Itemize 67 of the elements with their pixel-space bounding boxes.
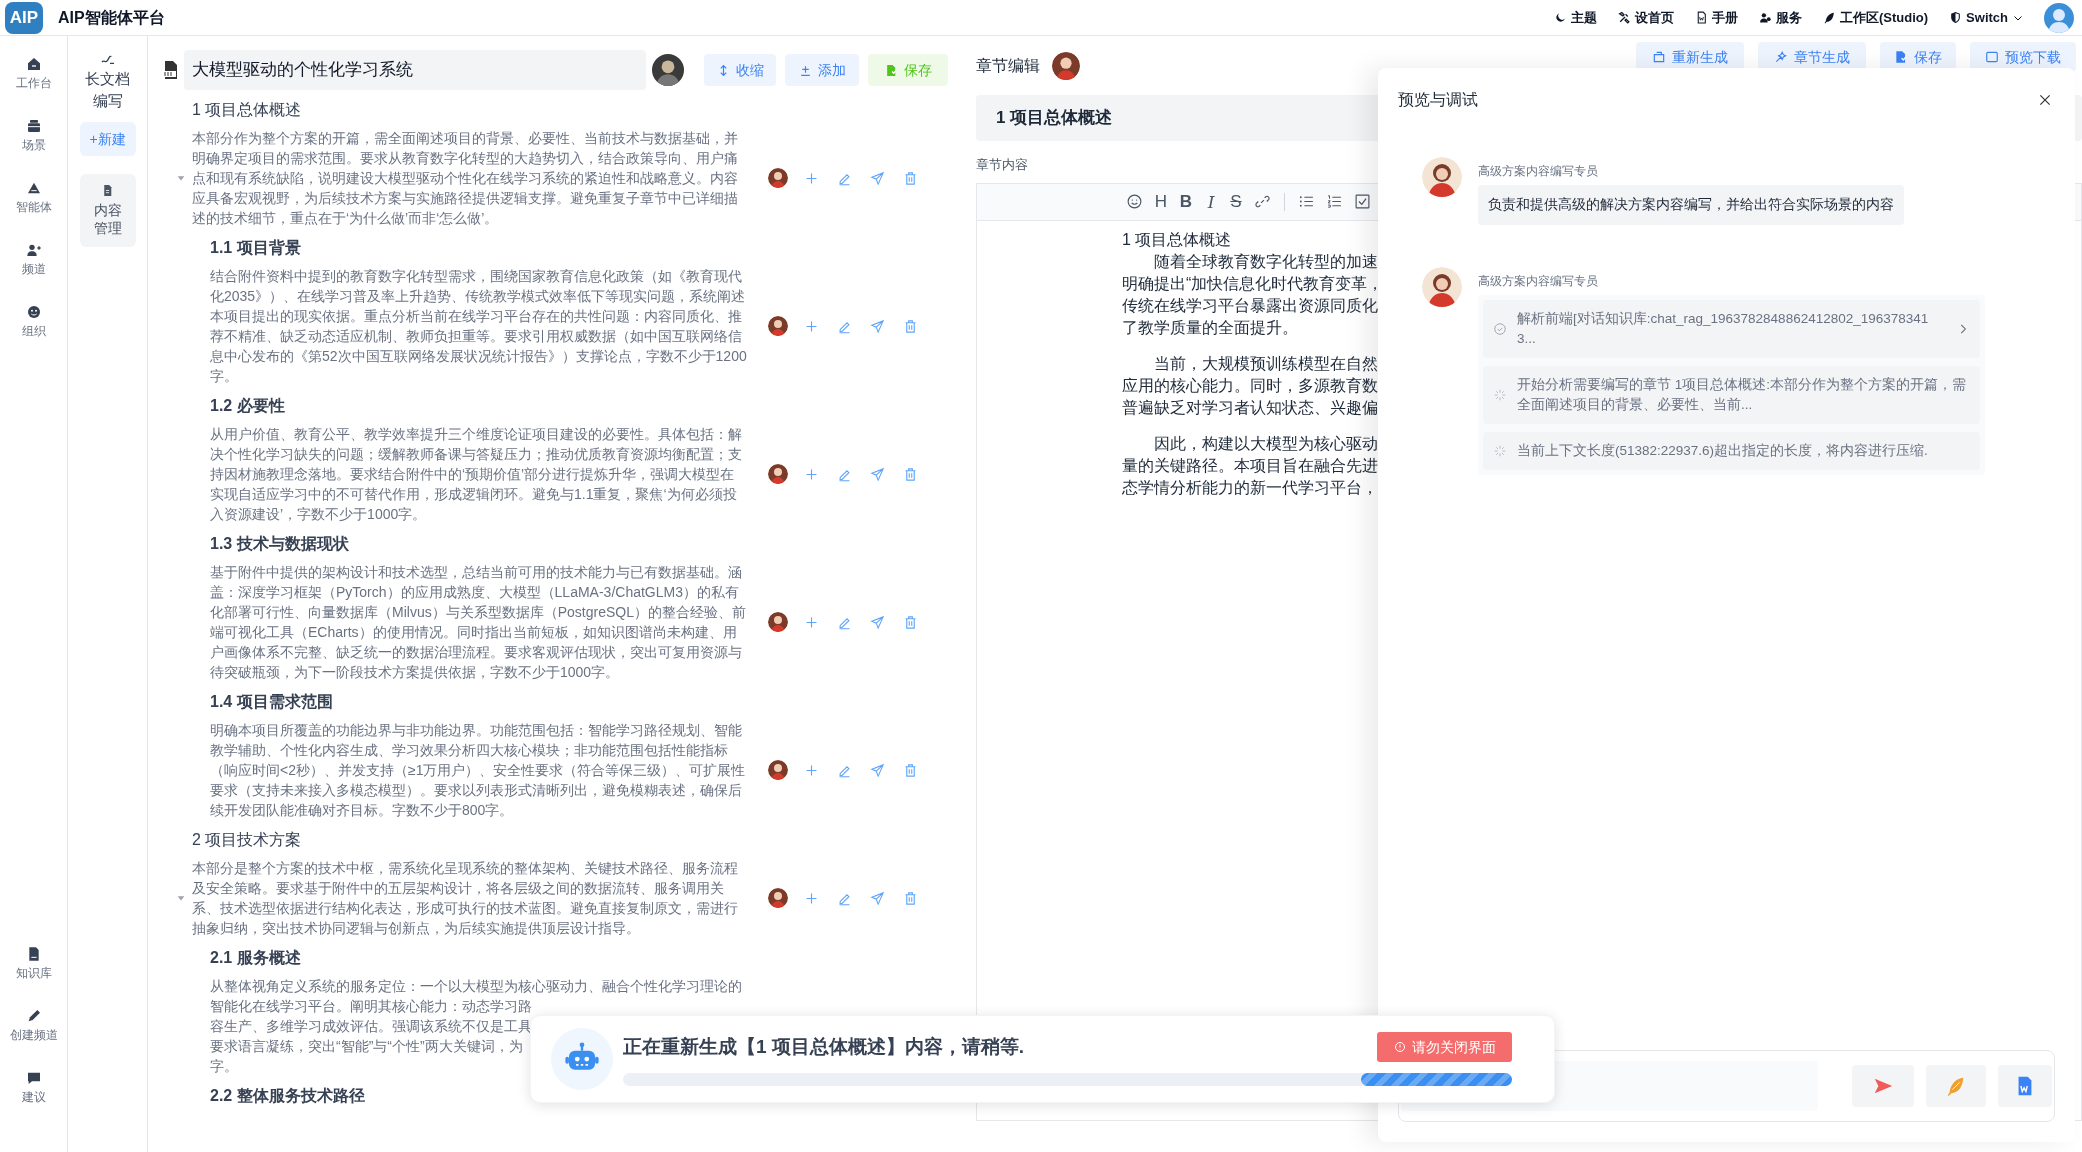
- format-button[interactable]: B: [1178, 191, 1194, 212]
- menu-item[interactable]: 主题: [1554, 7, 1597, 28]
- section-text-line: 从整体视角定义系统的服务定位：一个以大模型为核心驱动力、融合个性化学习理论的: [210, 977, 742, 996]
- editor-text-line: 应用的核心能力。同时，多源教育数: [1122, 375, 1378, 396]
- editor-text-line: 传统在线学习平台暴露出资源同质化: [1122, 295, 1378, 316]
- section-heading: 1.4 项目需求范围: [209, 692, 334, 712]
- title-field[interactable]: 大模型驱动的个性化学习系统: [184, 50, 646, 90]
- nav-item[interactable]: 组织: [3, 304, 64, 366]
- menu-item[interactable]: 设首页: [1618, 7, 1674, 28]
- step-item[interactable]: 解析前端[对话知识库:chat_rag_1963782848862412802_1963783413...: [1483, 300, 1980, 359]
- editor-heading: 1 项目总体概述: [1122, 229, 1232, 250]
- section-heading: 1.1 项目背景: [209, 238, 302, 258]
- toolbar-button[interactable]: 添加: [785, 54, 859, 86]
- editor-text-line: 态学情分析能力的新一代学习平台，: [1122, 477, 1378, 498]
- author-name: 高级方案内容编写专员: [1478, 163, 1599, 179]
- warning-button[interactable]: 请勿关闭界面: [1377, 1032, 1512, 1062]
- menu-item[interactable]: 工作区(Studio): [1823, 7, 1929, 28]
- nav-item[interactable]: 建议: [3, 1070, 64, 1132]
- editor-title: 章节编辑: [976, 56, 1040, 76]
- section-text: 结合附件资料中提到的教育数字化转型需求，围绕国家教育信息化政策（如《教育现代化2035》）、在线学习普及率上升趋势、传统教学模式效率低下等现实问题，系统阐述本项目提出的现实依据。重点分析当前在线学习平台存在的共性问题：内容同质化、推荐不精准、缺乏动态适应机制、教师负担重等。要求引用权威数据（如中国互联网络信息中心发布的《第52次中国互联网络发展状况统计报告》）支撑论点，字数不少于1200字。: [210, 267, 748, 386]
- step-text: 解析前端[对话知识库:chat_rag_1963782848862412802_1963783413...: [1517, 310, 1930, 349]
- nav-item[interactable]: 知识库: [3, 946, 64, 1008]
- section-text: 明确本项目所覆盖的功能边界与非功能边界。功能范围包括：智能学习路径规划、智能教学辅助、个性化内容生成、学习效果分析四大核心模块；非功能范围包括性能指标（响应时间<2秒）、并发支持（≥1万用户）、安全性要求（符合等保三级）、可扩展性要求（支持未来接入多模态模型）。要求以列表形式清晰列出，避免模糊表述，确保后续开发团队能准确对齐目标。字数不少于800字。: [210, 721, 747, 820]
- section-title: 长文档编写: [84, 69, 131, 111]
- format-button[interactable]: I: [1203, 191, 1219, 212]
- new-button[interactable]: +新建: [79, 122, 136, 156]
- field-label: 章节内容: [976, 156, 1028, 174]
- editor-text-line: 因此，构建以大模型为核心驱动: [1153, 433, 1378, 454]
- menu-item[interactable]: Switch: [1949, 7, 2024, 28]
- nav-item[interactable]: 智能体: [3, 180, 64, 242]
- section-heading: 1.3 技术与数据现状: [209, 534, 350, 554]
- step-text: 开始分析需要编写的章节 1项目总体概述:本部分作为整个方案的开篇，需全面阐述项目的背景、必要性、当前...: [1517, 376, 1967, 415]
- editor-text-line: 了教学质量的全面提升。: [1122, 317, 1298, 338]
- section-heading: 2.1 服务概述: [209, 948, 302, 968]
- progress-message: 正在重新生成【1 项目总体概述】内容，请稍等.: [623, 1034, 1025, 1059]
- section-text: 本部分作为整个方案的开篇，需全面阐述项目的背景、必要性、当前技术与数据基础，并明确界定项目的需求范围。要求从教育数字化转型的大趋势切入，结合政策导向、用户痛点和现有系统缺陷，说明建设大模型驱动个性化在线学习系统的紧迫性和战略意义。内容应具备宏观视野，为后续技术方案与实施路径提供逻辑支撑。避免重复子章节中已详细描述的技术细节，重点在于‘为什么做’而非‘怎么做’。: [192, 129, 739, 228]
- author-name: 高级方案内容编写专员: [1478, 273, 1599, 290]
- menu-item[interactable]: 服务: [1759, 7, 1802, 28]
- section-text-line: 容生产、多维学习成效评估。强调该系统不仅是工具: [210, 1017, 532, 1036]
- format-button[interactable]: H: [1153, 191, 1169, 212]
- section-heading: 1.2 必要性: [209, 396, 286, 416]
- nav-item[interactable]: 创建频道: [3, 1008, 64, 1070]
- section-heading: 1 项目总体概述: [191, 100, 303, 120]
- editor-text-line: 随着全球教育数字化转型的加速: [1153, 251, 1378, 272]
- section-text-line: 字。: [210, 1057, 238, 1076]
- app-name: AIP智能体平台: [58, 7, 165, 28]
- editor-text-line: 普遍缺乏对学习者认知状态、兴趣偏: [1122, 397, 1378, 418]
- app-logo: AIP: [5, 1, 43, 34]
- message-bubble: 负责和提供高级的解决方案内容编写，并给出符合实际场景的内容: [1478, 185, 1904, 226]
- editor-text-line: 明确提出“加快信息化时代教育变革，: [1122, 273, 1384, 294]
- editor-text-line: 当前，大规模预训练模型在自然: [1153, 353, 1378, 374]
- sidebar-item[interactable]: 内容管理: [79, 174, 136, 247]
- toolbar-button[interactable]: 收缩: [704, 54, 776, 86]
- format-button[interactable]: S: [1228, 191, 1244, 212]
- section-text: 本部分是整个方案的技术中枢，需系统化呈现系统的整体架构、关键技术路径、服务流程及安全策略。要求基于附件中的五层架构设计，将各层级之间的数据流转、服务调用关系、技术选型依据进行结构化表达，形成可执行的技术蓝图。避免直接复制原文，需进行抽象归纳，突出技术协同逻辑与创新点，为后续实施提供顶层设计指导。: [192, 859, 739, 938]
- nav-item[interactable]: 工作台: [3, 56, 64, 118]
- section-text: 基于附件中提供的架构设计和技术选型，总结当前可用的技术能力与已有数据基础。涵盖：深度学习框架（PyTorch）的应用成熟度、大模型（LLaMA-3/ChatGLM3）的私有化部署可行性、向量数据库（Milvus）与关系型数据库（PostgreSQL）的整合经验、前端可视化工具（ECharts）的使用情况。同时指出当前短板，如知识图谱尚未构建、用户画像体系不完整、缺乏统一的数据治理流程。要求客观评估现状，突出可复用资源与待突破瓶颈，为下一阶段技术方案提供依据，字数不少于1000字。: [210, 563, 747, 682]
- section-heading: 2 项目技术方案: [191, 830, 303, 850]
- step-text: 当前上下文长度(51382:22937.6)超出指定的长度，将内容进行压缩.: [1517, 442, 1929, 461]
- editor-text-line: 量的关键路径。本项目旨在融合先进: [1122, 455, 1378, 476]
- nav-item[interactable]: 频道: [3, 242, 64, 304]
- section-text: 从用户价值、教育公平、教学效率提升三个维度论证项目建设的必要性。具体包括：解决个性化学习缺失的问题；缓解教师备课与答疑压力；推动优质教育资源均衡配置；支持因材施教理念落地。要求结合附件中的‘预期价值’部分进行提炼升华，强调大模型在实现自适应学习中的不可替代作用，形成逻辑闭环。避免与1.1重复，聚焦‘为何必须投入资源建设’，字数不少于1000字。: [210, 425, 743, 524]
- section-heading: 2.2 整体服务技术路径: [209, 1086, 366, 1106]
- section-text-line: 智能化在线学习平台。阐明其核心能力：动态学习路: [210, 997, 532, 1016]
- section-text-line: 要求语言凝练，突出“智能”与“个性”两大关键词，为: [210, 1037, 523, 1056]
- nav-item[interactable]: 场景: [3, 118, 64, 180]
- menu-item[interactable]: 手册: [1695, 7, 1738, 28]
